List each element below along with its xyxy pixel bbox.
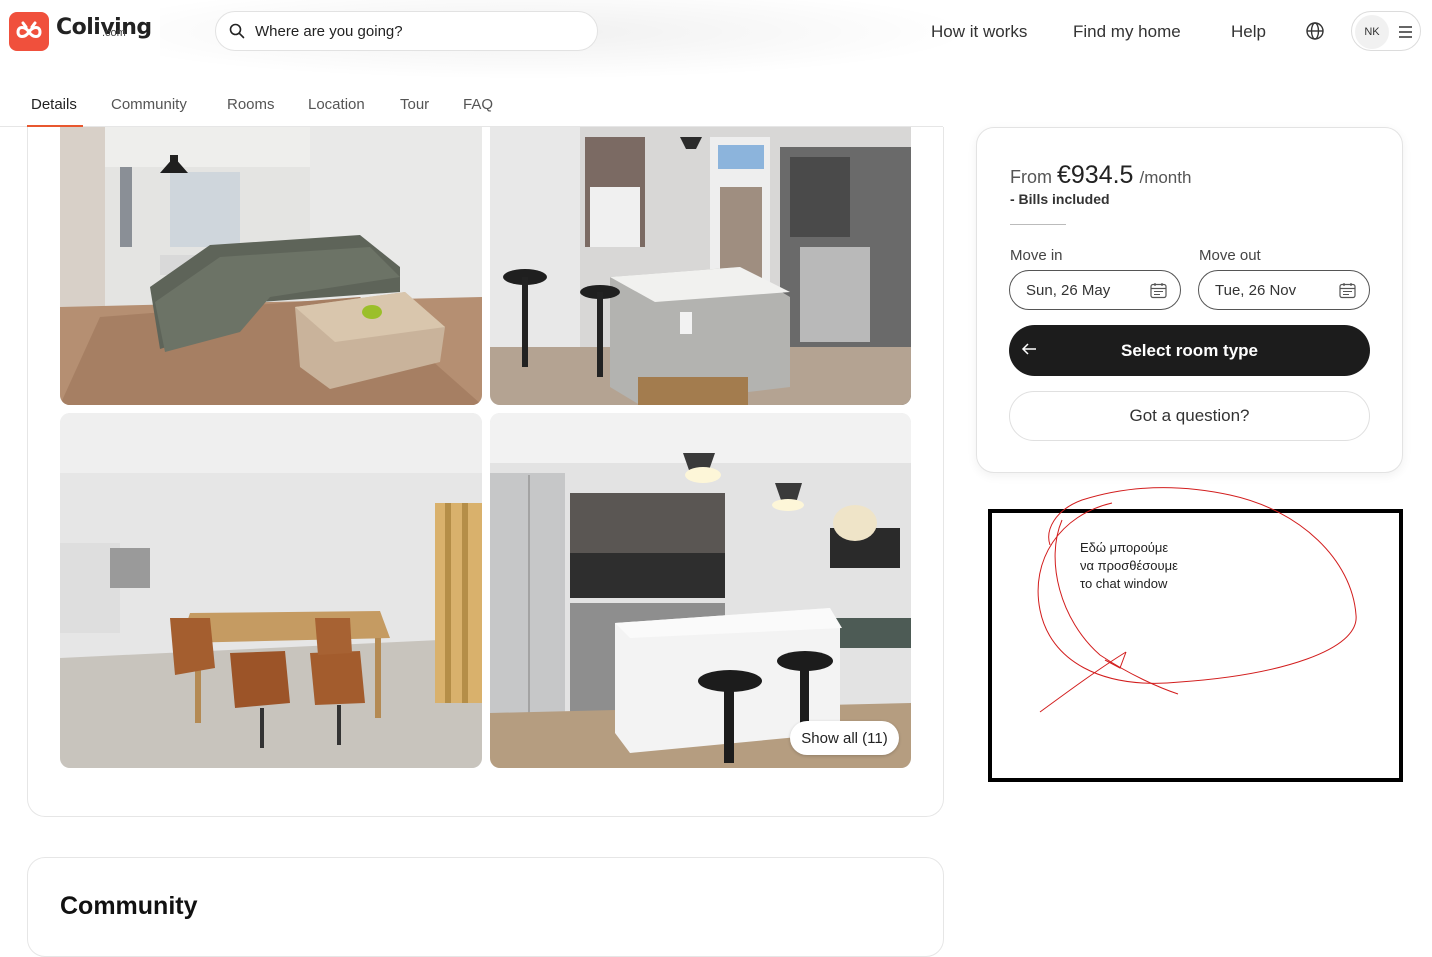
booking-card: From €934.5 /month - Bills included Move… [976,127,1403,473]
price-divider [1010,224,1066,225]
community-title: Community [60,892,198,920]
nav-find-my-home[interactable]: Find my home [1073,22,1181,42]
nav-help[interactable]: Help [1231,22,1266,42]
search-input[interactable]: Where are you going? [215,11,598,51]
chat-window-placeholder [988,509,1403,782]
price-prefix: From [1010,167,1052,187]
move-in-label: Move in [1010,247,1063,264]
coliving-logo[interactable]: Coliving [9,12,152,51]
got-a-question-button[interactable]: Got a question? [1009,391,1370,441]
photo-dining-area[interactable] [60,413,482,768]
tab-rooms[interactable]: Rooms [227,96,275,113]
move-in-field[interactable]: Sun, 26 May [1009,270,1181,310]
hamburger-icon [1399,26,1412,38]
section-tabs: Details Community Rooms Location Tour FA… [0,79,943,127]
globe-icon[interactable] [1305,21,1325,46]
price-value: €934.5 [1057,161,1134,189]
community-card: Community [27,857,944,957]
logo-mark-icon [9,12,49,51]
nav-how-it-works[interactable]: How it works [931,22,1027,42]
tab-tour[interactable]: Tour [400,96,429,113]
annotation-line-2: να προσθέσουμε [1080,558,1178,573]
select-room-type-button[interactable]: Select room type [1009,325,1370,376]
search-placeholder: Where are you going? [255,22,403,40]
user-menu-button[interactable]: NK [1351,11,1421,51]
photo-living-room[interactable] [60,127,482,405]
calendar-icon [1339,283,1356,299]
bills-included: - Bills included [1010,191,1110,207]
annotation-line-3: το chat window [1080,576,1168,591]
move-out-value: Tue, 26 Nov [1215,281,1297,299]
top-header: Coliving .com Where are you going? How i… [0,0,1432,80]
calendar-icon [1150,283,1167,299]
move-out-field[interactable]: Tue, 26 Nov [1198,270,1370,310]
photo-kitchen[interactable] [490,413,911,768]
tab-location[interactable]: Location [308,96,365,113]
move-out-label: Move out [1199,247,1261,264]
tab-community[interactable]: Community [111,96,187,113]
got-a-question-label: Got a question? [1129,406,1250,425]
price-line: From €934.5 /month [1010,161,1191,190]
tab-faq[interactable]: FAQ [463,96,493,113]
search-icon [229,23,245,39]
tab-details[interactable]: Details [31,96,77,113]
photo-kitchen-island[interactable] [490,127,911,405]
select-room-type-label: Select room type [1121,340,1258,360]
move-in-value: Sun, 26 May [1026,281,1111,299]
show-all-photos-button[interactable]: Show all (11) [790,721,899,755]
annotation-line-1: Εδώ μπορούμε [1080,540,1169,555]
annotation-note: Εδώ μπορούμε να προσθέσουμε το chat wind… [1080,539,1178,593]
brand-suffix: .com [102,27,126,39]
arrow-left-icon [1021,343,1036,355]
price-unit: /month [1139,168,1192,187]
avatar: NK [1355,15,1389,49]
